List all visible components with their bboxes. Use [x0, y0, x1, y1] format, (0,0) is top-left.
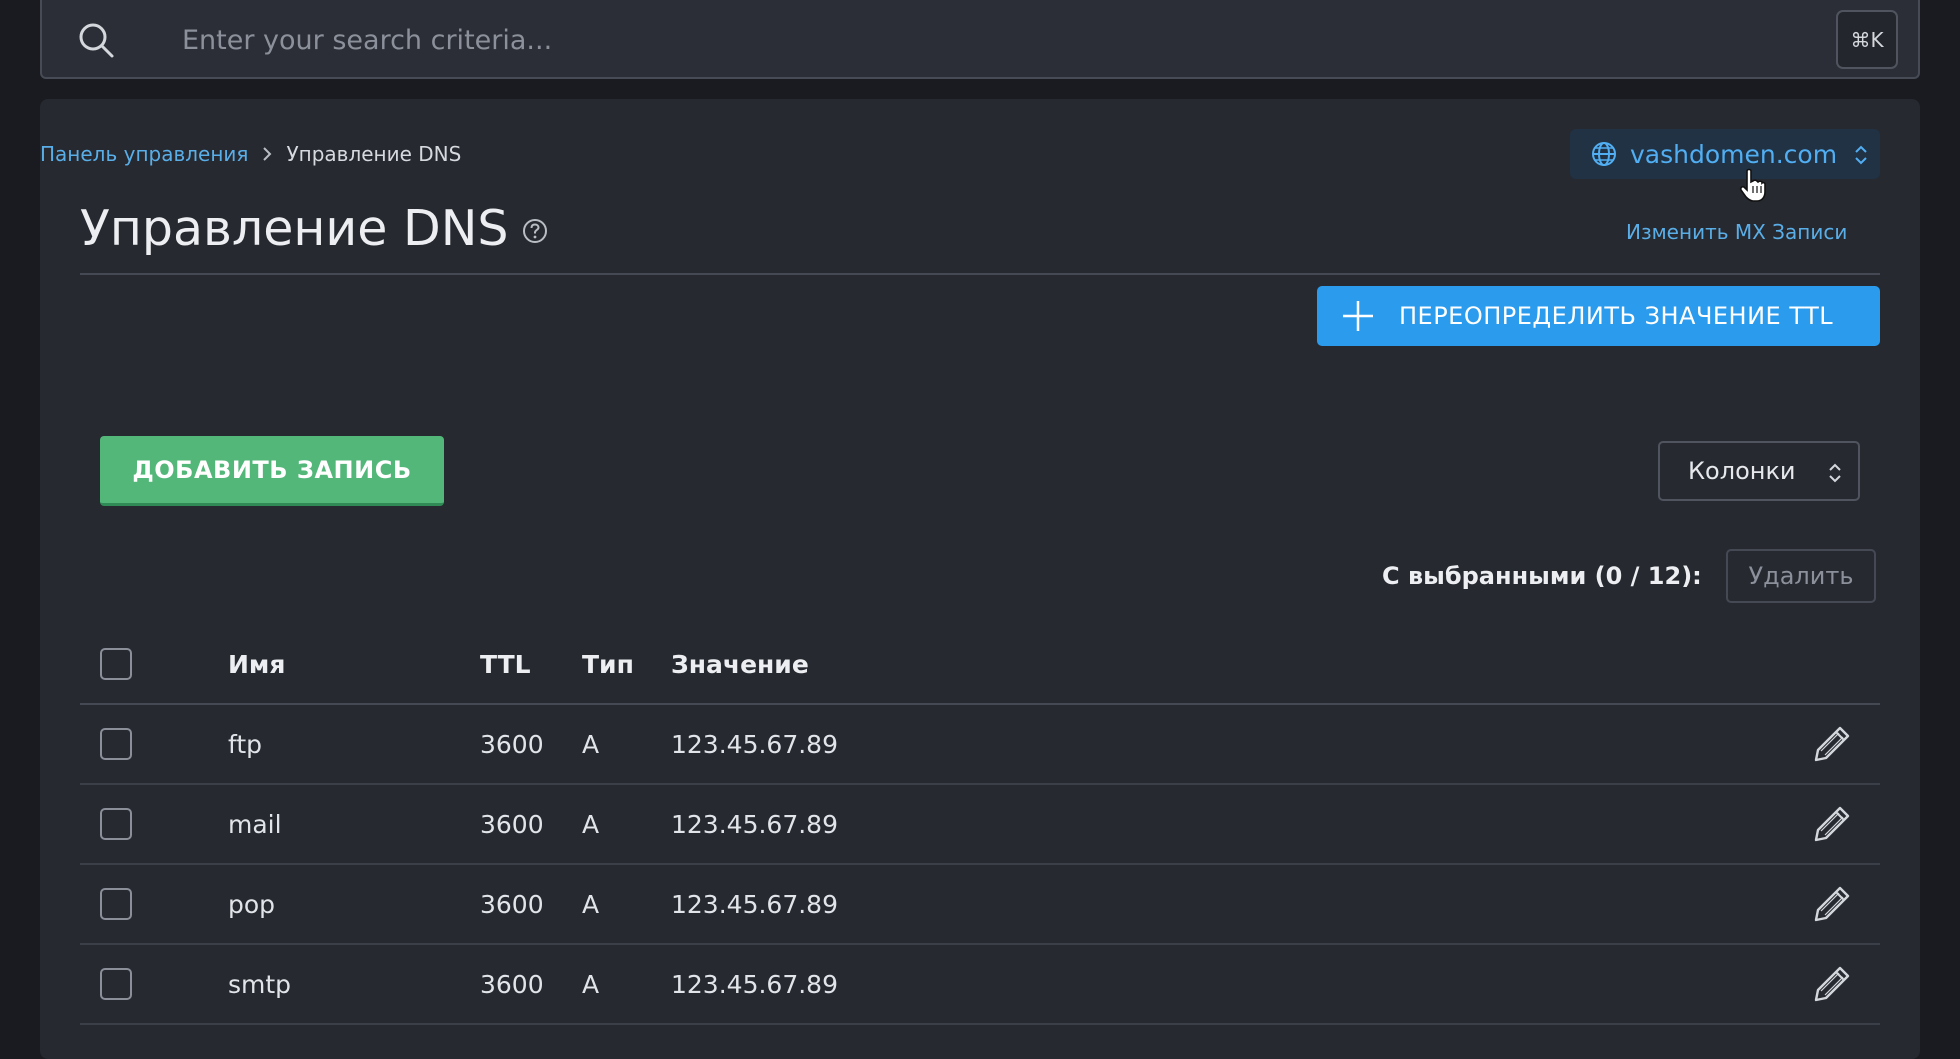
row-check-cell	[100, 785, 132, 863]
record-value: 123.45.67.89	[671, 889, 838, 919]
row-checkbox[interactable]	[100, 728, 132, 760]
breadcrumb: Панель управления Управление DNS	[40, 142, 461, 166]
row-checkbox[interactable]	[100, 888, 132, 920]
record-type: A	[582, 889, 600, 919]
column-header-name[interactable]: Имя	[228, 625, 285, 703]
record-name: pop	[228, 889, 276, 919]
table-row: mail 3600 A 123.45.67.89	[80, 785, 1880, 865]
table-header-row: Имя TTL Тип Значение	[80, 625, 1880, 705]
add-record-button[interactable]: ДОБАВИТЬ ЗАПИСЬ	[100, 436, 444, 506]
record-type: A	[582, 969, 600, 999]
record-value: 123.45.67.89	[671, 969, 838, 999]
record-type: A	[582, 729, 600, 759]
chevron-updown-icon	[1855, 145, 1867, 165]
edit-record-cell	[1812, 865, 1852, 943]
record-type: A	[582, 809, 600, 839]
record-value: 123.45.67.89	[671, 729, 838, 759]
record-name: ftp	[228, 729, 263, 759]
help-icon[interactable]	[522, 218, 548, 244]
plus-icon	[1343, 301, 1373, 331]
hand-pointer-icon	[1739, 168, 1766, 202]
pencil-icon[interactable]	[1812, 724, 1852, 764]
table-row: smtp 3600 A 123.45.67.89	[80, 945, 1880, 1025]
table-row: ftp 3600 A 123.45.67.89	[80, 705, 1880, 785]
columns-select-label: Колонки	[1688, 457, 1796, 485]
row-checkbox[interactable]	[100, 968, 132, 1000]
edit-record-cell	[1812, 945, 1852, 1023]
search-icon	[79, 23, 114, 58]
row-check-cell	[100, 865, 132, 943]
pencil-icon[interactable]	[1812, 964, 1852, 1004]
domain-label: vashdomen.com	[1630, 139, 1838, 169]
delete-selected-button[interactable]: Удалить	[1726, 549, 1876, 603]
search-input[interactable]	[182, 18, 1842, 62]
record-name: mail	[228, 809, 282, 839]
breadcrumb-home-link[interactable]: Панель управления	[40, 142, 248, 166]
bulk-selection-label: С выбранными (0 / 12):	[1382, 562, 1702, 590]
chevron-right-icon	[263, 147, 272, 161]
columns-select[interactable]: Колонки	[1658, 441, 1860, 501]
globe-icon	[1592, 142, 1616, 166]
select-all-cell	[100, 625, 132, 703]
column-header-ttl[interactable]: TTL	[480, 625, 531, 703]
title-divider	[80, 273, 1880, 275]
table-row: pop 3600 A 123.45.67.89	[80, 865, 1880, 945]
record-value: 123.45.67.89	[671, 809, 838, 839]
search-bar: ⌘K	[40, 0, 1920, 79]
select-all-checkbox[interactable]	[100, 648, 132, 680]
row-checkbox[interactable]	[100, 808, 132, 840]
shortcut-badge: ⌘K	[1836, 10, 1898, 69]
record-name: smtp	[228, 969, 292, 999]
chevron-updown-icon	[1829, 463, 1841, 483]
record-ttl: 3600	[480, 889, 544, 919]
record-ttl: 3600	[480, 809, 544, 839]
pencil-icon[interactable]	[1812, 804, 1852, 844]
column-header-value[interactable]: Значение	[671, 625, 809, 703]
override-ttl-label: ПЕРЕОПРЕДЕЛИТЬ ЗНАЧЕНИЕ TTL	[1399, 302, 1834, 330]
domain-selector[interactable]: vashdomen.com	[1570, 129, 1880, 179]
page-title: Управление DNS	[80, 200, 548, 257]
pencil-icon[interactable]	[1812, 884, 1852, 924]
dns-records-table: Имя TTL Тип Значение ftp 3600 A 123.45.6…	[80, 625, 1880, 1025]
breadcrumb-current: Управление DNS	[286, 142, 462, 166]
edit-mx-records-link[interactable]: Изменить MX Записи	[1626, 220, 1847, 244]
page-title-text: Управление DNS	[80, 200, 509, 257]
edit-record-cell	[1812, 785, 1852, 863]
column-header-type[interactable]: Тип	[582, 625, 634, 703]
override-ttl-button[interactable]: ПЕРЕОПРЕДЕЛИТЬ ЗНАЧЕНИЕ TTL	[1317, 286, 1880, 346]
record-ttl: 3600	[480, 969, 544, 999]
edit-record-cell	[1812, 705, 1852, 783]
record-ttl: 3600	[480, 729, 544, 759]
row-check-cell	[100, 705, 132, 783]
row-check-cell	[100, 945, 132, 1023]
